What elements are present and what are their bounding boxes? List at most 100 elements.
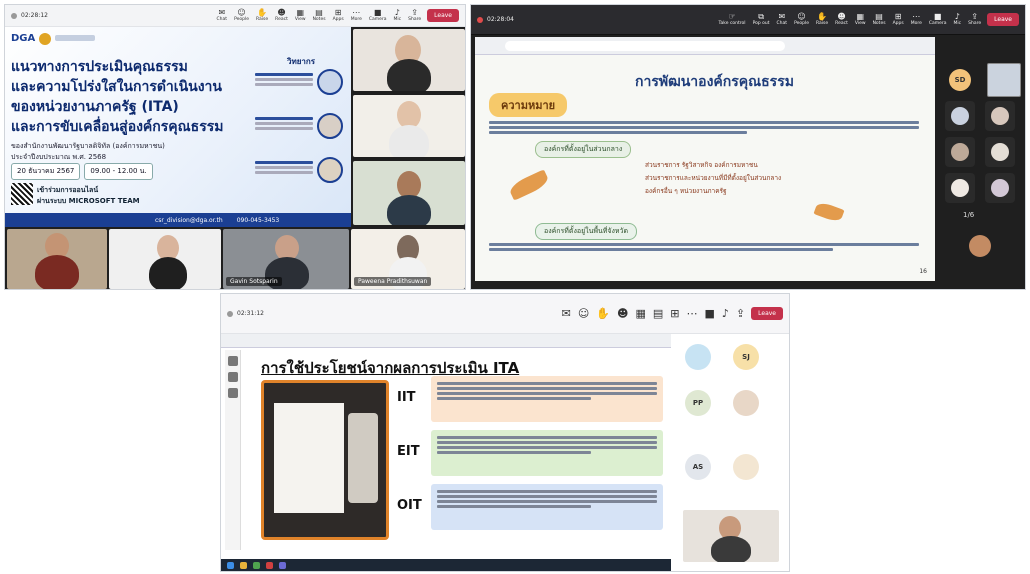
more-icon: ⋯ [352, 7, 361, 17]
react-button[interactable]: ☻ React [835, 12, 848, 27]
mic-icon: ♪ [721, 306, 729, 320]
chat-button[interactable]: ✉ [562, 308, 571, 320]
camera-button[interactable]: ■ [704, 308, 714, 320]
participant-video[interactable] [109, 229, 221, 289]
more-button[interactable]: ⋯ [686, 308, 697, 320]
mic-button[interactable]: ♪ [722, 308, 729, 320]
participant-grid: SJ PP AS [677, 334, 787, 564]
participant-pager[interactable]: 1/6 [963, 211, 974, 219]
react-button[interactable]: ☻ React [275, 8, 288, 23]
people-button[interactable]: ☺ People [234, 8, 249, 23]
qr-code [11, 183, 33, 205]
participant-video[interactable] [683, 510, 779, 562]
people-button[interactable]: ☺ [578, 308, 589, 320]
toolbar-label: Camera [928, 20, 947, 26]
mic-button[interactable]: ♪ Mic [394, 7, 402, 23]
record-icon [477, 16, 483, 23]
view-button[interactable]: ▦ View [855, 12, 866, 27]
camera-icon: ■ [704, 306, 715, 320]
chat-button[interactable]: ✉ Chat [217, 8, 228, 23]
leave-button[interactable]: Leave [987, 13, 1019, 26]
leave-button[interactable]: Leave [751, 307, 783, 320]
raise-button[interactable]: ✋ Raise [256, 8, 268, 23]
toolbar-label: Share [408, 16, 422, 22]
folder-icon[interactable] [240, 561, 247, 569]
speakers-panel: วิทยากร [255, 55, 347, 205]
chat-button[interactable]: ✉ Chat [776, 11, 788, 27]
toolbar-label: Camera [368, 16, 387, 22]
toolbar-label: React [275, 16, 288, 22]
start-icon[interactable] [227, 561, 234, 569]
toolbar-label: Mic [953, 20, 962, 26]
share-button[interactable]: ⇪ Share [408, 8, 422, 23]
share-button[interactable]: ⇪ [736, 308, 745, 320]
apps-button[interactable]: ⊞ Apps [333, 8, 344, 23]
camera-button[interactable]: ■ Camera [928, 12, 947, 27]
toolbar-label: Notes [312, 16, 326, 22]
participant-video[interactable] [353, 95, 465, 157]
mic-button[interactable]: ♪ Mic [953, 12, 962, 27]
raise-button[interactable]: ✋ [596, 308, 610, 320]
leave-button[interactable]: Leave [427, 9, 459, 22]
notes-button[interactable]: ▤ Notes [312, 8, 326, 23]
join-platform: ผ่านระบบ MICROSOFT TEAM [37, 197, 140, 205]
speaker-photo-1 [317, 69, 343, 95]
share-button[interactable]: ⇪ Share [968, 12, 981, 27]
apps-button[interactable]: ⊞ [670, 308, 679, 320]
participant-video[interactable] [987, 63, 1021, 97]
camera-button[interactable]: ■ Camera [368, 8, 387, 23]
participant-avatar[interactable]: SD [949, 69, 971, 91]
participant-avatar[interactable] [733, 390, 759, 416]
pop-out-button[interactable]: ⧉ Pop out [753, 12, 770, 27]
slide-item-1: ส่วนราชการ รัฐวิสาหกิจ องค์การมหาชน [645, 161, 758, 169]
notes-button[interactable]: ▤ Notes [873, 12, 886, 27]
address-bar[interactable] [505, 41, 785, 51]
browser-toolbar [221, 334, 671, 348]
participant-video[interactable]: Gavin Sotsparin [223, 229, 349, 289]
view-button[interactable]: ▦ [635, 308, 645, 320]
view-button[interactable]: ▦ View [295, 7, 306, 23]
teams-icon[interactable] [279, 561, 286, 569]
more-button[interactable]: ⋯ More [351, 7, 362, 23]
slide-tag: ความหมาย [489, 93, 568, 117]
view-icon: ▦ [296, 7, 304, 17]
participant-video[interactable] [353, 29, 465, 91]
people-button[interactable]: ☺ People [794, 12, 809, 27]
more-icon: ⋯ [912, 11, 921, 21]
participant-avatar[interactable] [969, 235, 991, 257]
event-date: 20 ธันวาคม 2567 [11, 163, 81, 180]
participant-tile[interactable] [985, 137, 1015, 167]
raise-button[interactable]: ✋ Raise [816, 12, 828, 27]
participant-name: Gavin Sotsparin [226, 277, 282, 286]
participant-video[interactable] [353, 161, 465, 225]
annotation-toolbar [225, 350, 241, 550]
react-button[interactable]: ☻ [617, 308, 628, 320]
participant-tile[interactable] [945, 137, 975, 167]
participant-video[interactable]: Paweena Pradithsuwan [351, 229, 465, 289]
app-icon[interactable] [253, 561, 260, 569]
chat-icon: ✉ [778, 11, 786, 21]
more-button[interactable]: ⋯ More [911, 11, 922, 27]
participant-tile[interactable] [945, 101, 975, 131]
participant-avatar[interactable]: SJ [733, 344, 759, 370]
participant-tile[interactable] [985, 173, 1015, 203]
speaker-photo-3 [317, 157, 343, 183]
notes-icon: ▤ [652, 306, 664, 320]
participant-video[interactable] [7, 229, 107, 289]
participant-tile[interactable] [985, 101, 1015, 131]
participant-avatar[interactable]: AS [685, 454, 711, 480]
video-column [351, 27, 465, 227]
participant-avatar[interactable] [685, 344, 711, 370]
notes-button[interactable]: ▤ [653, 308, 663, 320]
take-control-button[interactable]: ☞ Take control [719, 12, 746, 27]
mic-icon: ♪ [394, 7, 400, 17]
meeting-timer: 02:28:12 [21, 12, 48, 19]
participant-avatar[interactable] [733, 454, 759, 480]
toolbar-label: Chat [776, 20, 788, 26]
participant-avatar[interactable]: PP [685, 390, 711, 416]
speakers-heading: วิทยากร [286, 57, 316, 66]
app-icon[interactable] [266, 561, 273, 569]
meeting-timer: 02:31:12 [237, 310, 264, 317]
participant-tile[interactable] [945, 173, 975, 203]
apps-button[interactable]: ⊞ Apps [893, 12, 904, 27]
